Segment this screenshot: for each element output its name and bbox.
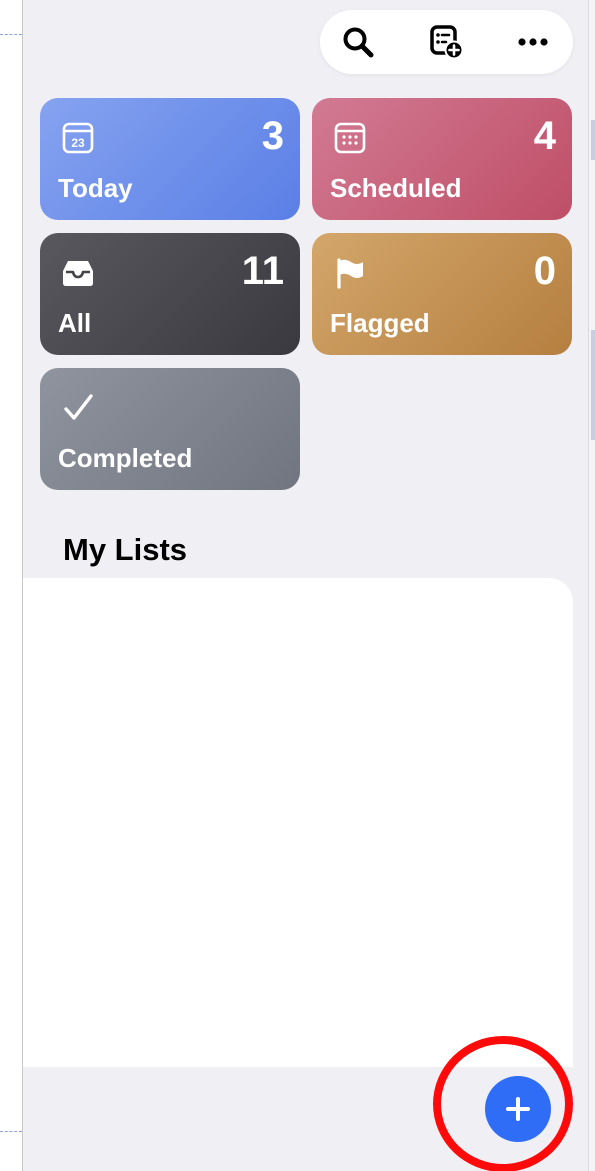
smart-list-today[interactable]: 23 3 Today [40,98,300,220]
my-lists-heading: My Lists [63,532,188,567]
smart-list-flagged[interactable]: 0 Flagged [312,233,572,355]
smart-list-scheduled[interactable]: 4 Scheduled [312,98,572,220]
left-guide-bottom [0,1131,22,1132]
search-icon [343,27,374,58]
smart-list-completed[interactable]: Completed [40,368,300,490]
toolbar [320,10,573,74]
right-edge-strip [588,0,595,1171]
checkmark-icon [58,388,98,428]
search-button[interactable] [334,18,382,66]
smart-list-all[interactable]: 11 All [40,233,300,355]
reminders-sidebar: 23 3 Today 4 Scheduled 11 All 0 Flagged … [22,0,588,1171]
tray-icon [58,253,98,293]
all-label: All [58,308,92,338]
calendar-day-number: 23 [71,136,85,150]
my-lists-panel [23,578,573,1067]
left-guide-top [0,34,22,35]
flagged-count: 0 [533,249,556,293]
ellipsis-icon [518,38,548,46]
more-button[interactable] [509,18,557,66]
calendar-day-icon: 23 [58,118,98,158]
scheduled-count: 4 [533,114,556,158]
calendar-grid-icon [330,118,370,158]
scheduled-label: Scheduled [330,173,462,203]
new-list-button[interactable] [422,18,470,66]
right-edge-mark [591,120,595,160]
today-count: 3 [261,114,284,158]
flag-icon [330,253,370,293]
today-label: Today [58,173,133,203]
all-count: 11 [241,249,284,293]
completed-label: Completed [58,443,193,473]
screenshot-frame: 23 3 Today 4 Scheduled 11 All 0 Flagged … [0,0,595,1171]
highlight-circle [433,1036,573,1171]
right-edge-mark [591,330,595,440]
flagged-label: Flagged [330,308,430,338]
list-add-icon [430,25,464,60]
